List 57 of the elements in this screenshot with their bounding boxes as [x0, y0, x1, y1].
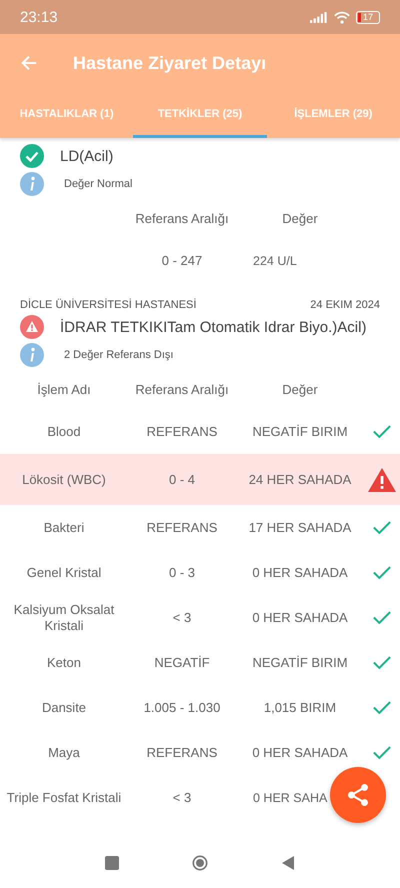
table-cell-text: Maya: [47, 744, 81, 760]
table-cell-text: Lökosit (WBC): [21, 472, 107, 488]
share-icon: [345, 782, 371, 808]
back-arrow-icon[interactable]: [20, 54, 38, 72]
signal-icon: [310, 12, 328, 22]
result-summary: Değer Normal: [64, 178, 132, 190]
table-cell-text: 0 - 247: [160, 252, 204, 268]
table-cell-text: 17 HER SAHADA: [248, 520, 352, 536]
wifi-icon: [334, 10, 350, 24]
column-header: Referans Aralığı: [134, 211, 230, 227]
table-cell-text: Triple Fosfat Kristali: [6, 790, 122, 806]
table-cell-text: Dansite: [40, 700, 88, 716]
table-cell-text: Blood: [46, 424, 82, 440]
table-cell-text: < 3: [172, 610, 192, 626]
battery-level: 17: [362, 12, 373, 22]
column-header: Referans Aralığı: [134, 382, 230, 398]
tab[interactable]: HASTALIKLAR (1): [0, 92, 134, 138]
column-header: Değer: [281, 211, 319, 227]
share-button[interactable]: [330, 767, 386, 823]
table-cell-text: 0 - 4: [168, 472, 196, 488]
table-cell-text: Bakteri: [42, 520, 86, 536]
home-icon[interactable]: [192, 855, 208, 871]
test-title: İDRAR TETKIKITam Otomatik Idrar Biyo.)Acil): [60, 318, 366, 336]
visit-date: 24 EKIM 2024: [310, 299, 380, 311]
table-cell-text: REFERANS: [146, 744, 218, 760]
warning-icon: [368, 468, 396, 492]
table-cell-text: NEGATİF BIRIM: [251, 654, 349, 670]
info-icon[interactable]: [20, 172, 44, 196]
table-cell-text: 0 HER SAHA: [252, 790, 328, 806]
table-cell-text: < 3: [172, 790, 192, 806]
recents-icon[interactable]: [104, 855, 120, 871]
tab[interactable]: İŞLEMLER (29): [266, 92, 400, 138]
table-cell-text: Keton: [46, 654, 82, 670]
table-cell-text: REFERANS: [146, 520, 218, 536]
column-header: İşlem Adı: [36, 382, 92, 398]
table-cell-text: NEGATİF BIRIM: [251, 424, 349, 440]
tab[interactable]: TETKİKLER (25): [133, 92, 267, 138]
table-cell-text: 0 - 3: [168, 564, 196, 580]
table-cell-text: 1.005 - 1.030: [142, 700, 222, 716]
back-icon[interactable]: [280, 855, 296, 871]
screen-title: Hastane Ziyaret Detayı: [73, 52, 266, 74]
info-icon[interactable]: [20, 343, 44, 367]
clock-time: 23:13: [20, 8, 58, 26]
result-summary: 2 Değer Referans Dışı: [64, 349, 174, 361]
table-cell-text: Genel Kristal: [26, 564, 102, 580]
table-cell-text: REFERANS: [146, 424, 218, 440]
table-cell-text: 0 HER SAHADA: [251, 564, 349, 580]
column-header: Değer: [281, 382, 319, 398]
table-cell-text: 0 HER SAHADA: [251, 610, 349, 626]
table-cell-text: 1,015 BIRIM: [262, 700, 338, 716]
table-cell-text: NEGATİF: [153, 654, 211, 670]
hospital-name: DİCLE ÜNİVERSİTESİ HASTANESİ: [20, 299, 196, 311]
table-cell-text: 224 U/L: [252, 252, 298, 268]
table-cell-text: 24 HER SAHADA: [248, 472, 352, 488]
table-cell-text: Kalsiyum Oksalat Kristali: [12, 602, 116, 634]
test-title: LD(Acil): [60, 148, 114, 164]
table-cell-text: 0 HER SAHADA: [251, 744, 349, 760]
